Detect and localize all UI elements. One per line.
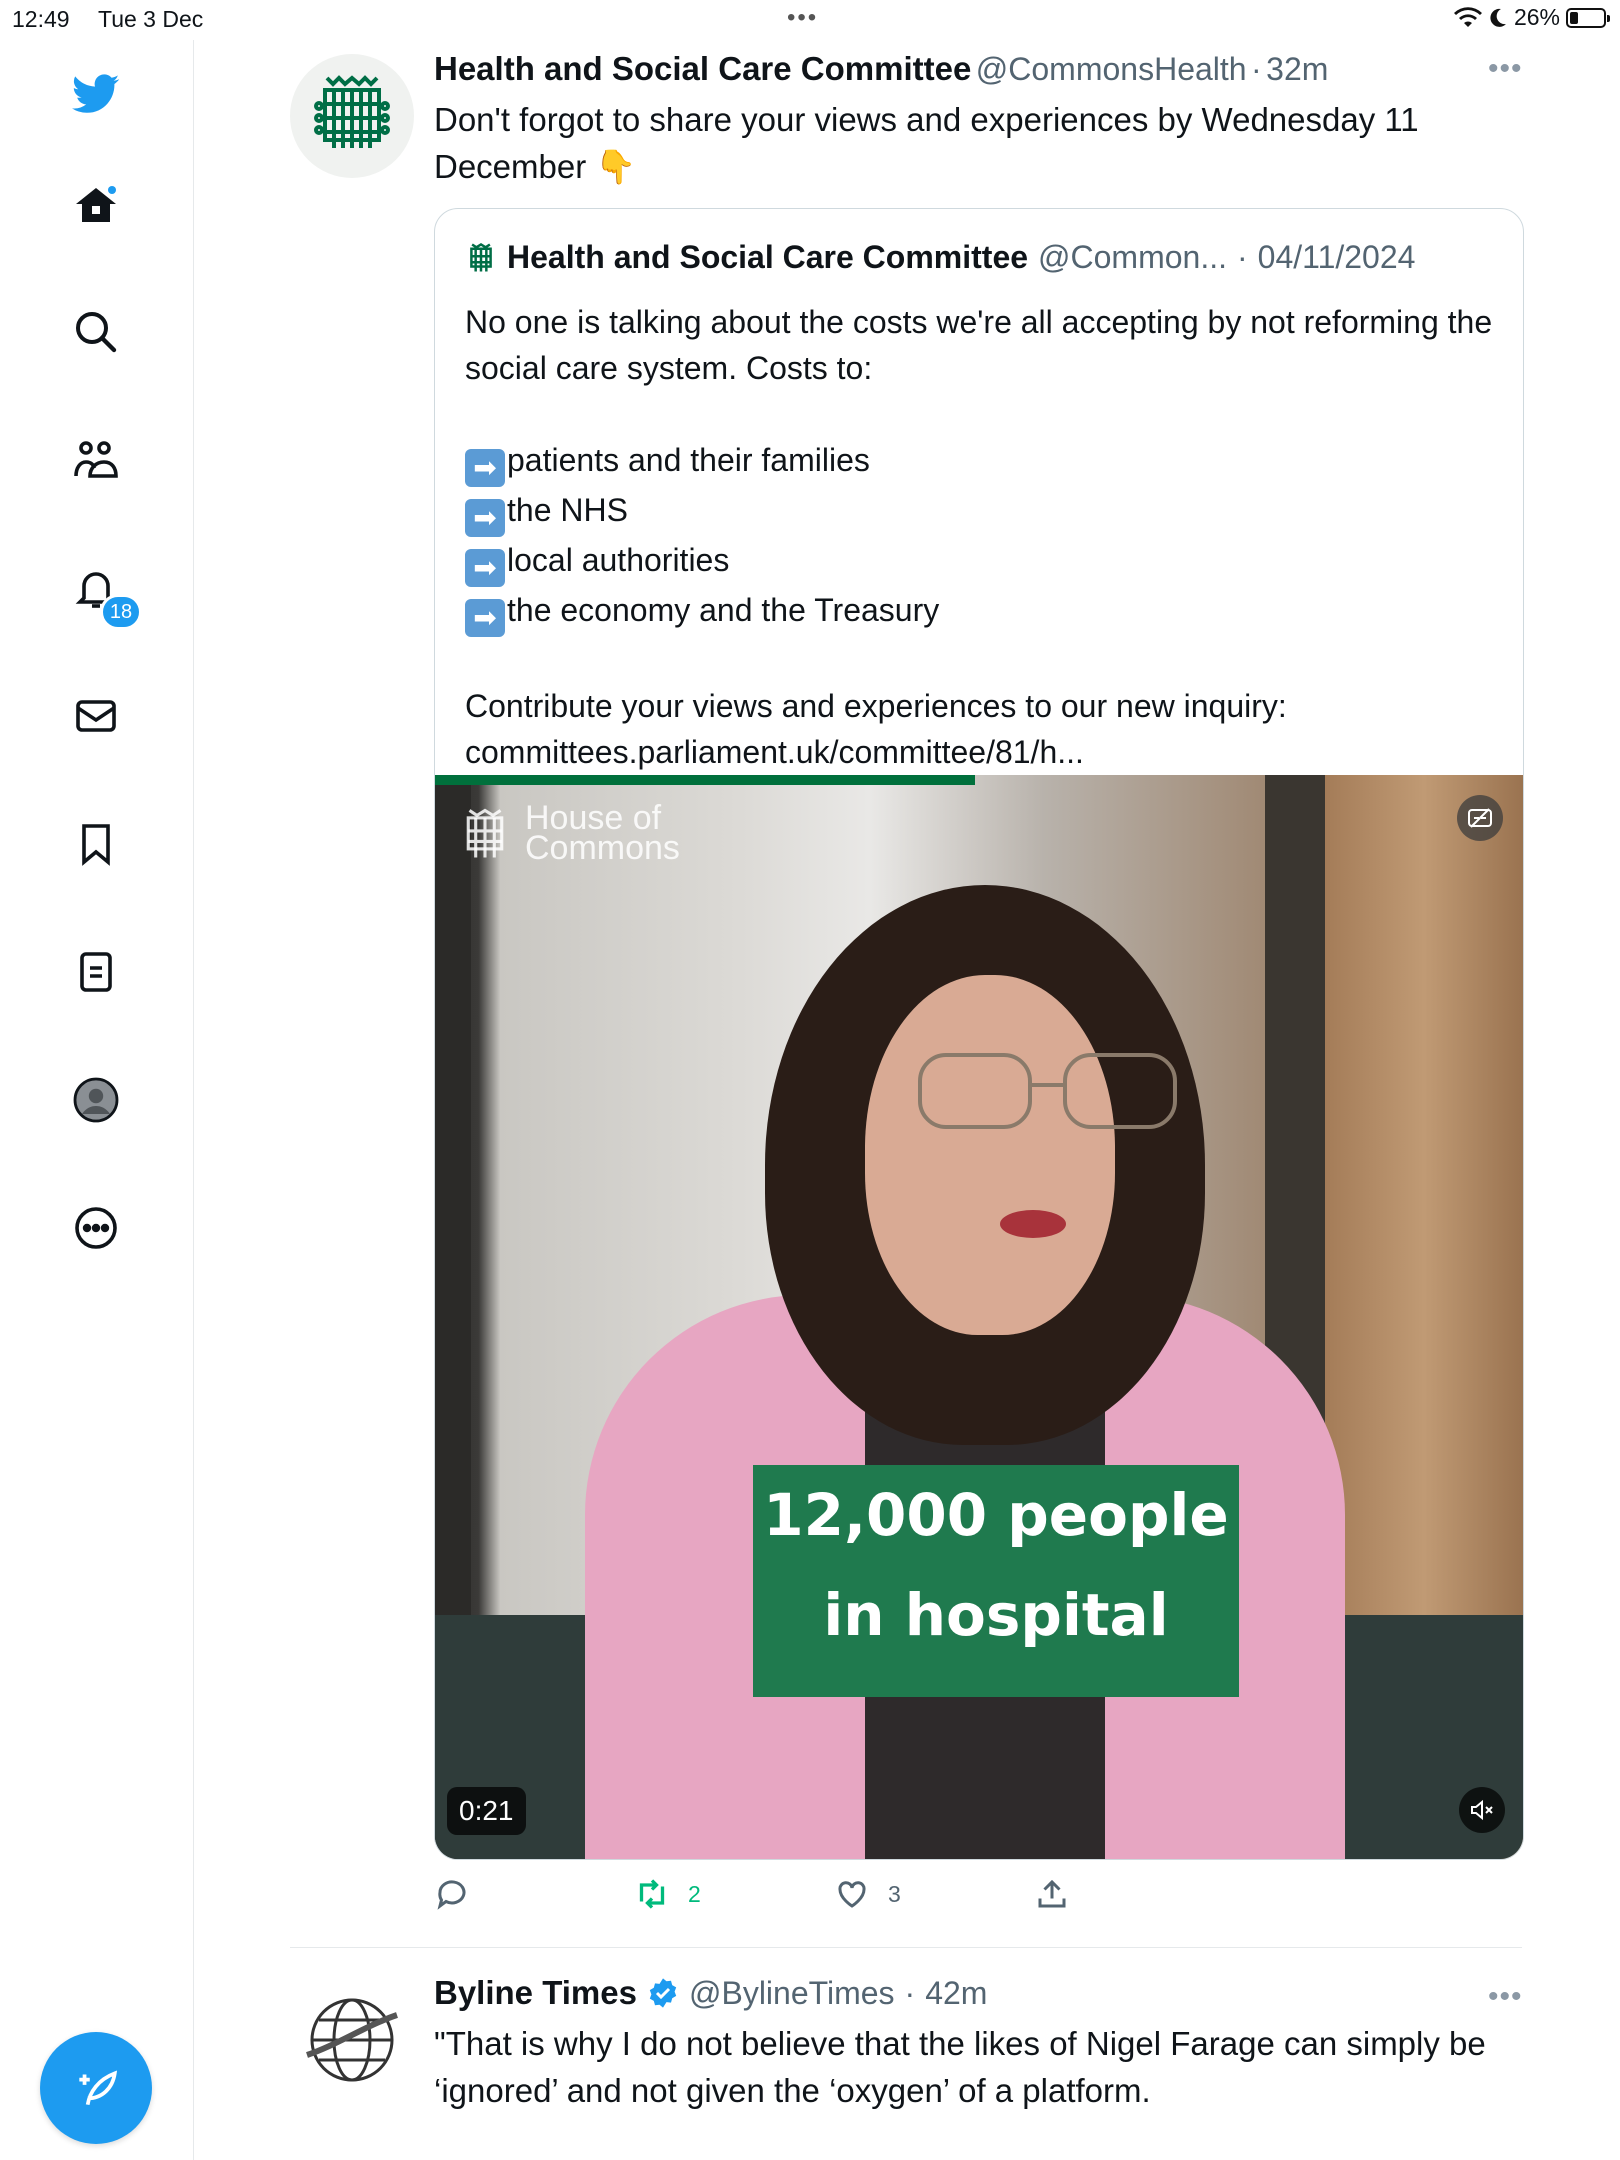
separator: · — [904, 1974, 916, 2011]
right-arrow-emoji-icon: ➡ — [465, 599, 505, 637]
status-date: Tue 3 Dec — [98, 6, 204, 32]
status-bar: 12:49 Tue 3 Dec ••• 26% — [0, 0, 1620, 40]
communities-icon[interactable] — [68, 432, 124, 488]
battery-percent: 26% — [1513, 4, 1560, 30]
compose-feather-icon — [79, 2070, 118, 2106]
share-button[interactable] — [1034, 1876, 1070, 1912]
twitter-bird-icon[interactable] — [68, 66, 124, 122]
quoted-author-handle: @Common... — [1038, 239, 1227, 275]
quoted-tweet-body: No one is talking about the costs we're … — [465, 299, 1495, 775]
status-time: 12:49 — [12, 6, 70, 32]
notification-count-badge: 18 — [100, 594, 142, 630]
separator: · — [1251, 51, 1262, 87]
video-duration: 0:21 — [447, 1787, 526, 1835]
wifi-icon — [1453, 6, 1482, 27]
tweet-divider — [290, 1947, 1522, 1948]
more-circle-icon[interactable] — [68, 1200, 124, 1256]
globe-logo-icon — [306, 1998, 398, 2082]
right-arrow-emoji-icon: ➡ — [465, 449, 505, 487]
list-item: ➡ patients and their families — [465, 437, 1495, 487]
tweet-body: "That is why I do not believe that the l… — [434, 2025, 1486, 2109]
quoted-author-name: Health and Social Care Committee — [507, 239, 1029, 275]
messages-envelope-icon[interactable] — [68, 688, 124, 744]
bookmark-icon[interactable] — [68, 816, 124, 872]
tweet-header: Byline Times @BylineTimes · 42m — [434, 1974, 987, 2012]
compose-tweet-button[interactable] — [40, 2032, 152, 2144]
tweet-more-icon[interactable]: ••• — [1488, 52, 1523, 86]
mute-speaker-icon[interactable] — [1459, 1787, 1505, 1833]
video-top-bar — [435, 775, 975, 785]
bullet-text: patients and their families — [507, 442, 870, 478]
author-name[interactable]: Byline Times — [434, 1974, 637, 2012]
portcullis-logo-icon — [314, 75, 390, 148]
portcullis-watermark-icon — [466, 808, 504, 858]
commons-health-avatar[interactable] — [290, 54, 414, 178]
list-item: ➡ local authorities — [465, 537, 1495, 587]
author-handle[interactable]: @BylineTimes — [689, 1975, 895, 2012]
quoted-cta-text: Contribute your views and experiences to… — [465, 688, 1287, 724]
tweet-actions: 2 3 — [434, 1876, 1074, 1920]
list-item: ➡ the NHS — [465, 487, 1495, 537]
video-player[interactable]: House of Commons 12,000 people in hospit… — [435, 775, 1523, 1859]
battery-icon — [1566, 7, 1610, 28]
sidebar-nav: 18 — [0, 40, 194, 2160]
bullet-text: the NHS — [507, 492, 628, 528]
battery-fill — [1570, 11, 1578, 24]
retweet-button[interactable]: 2 — [634, 1876, 701, 1912]
portcullis-mini-icon — [470, 242, 492, 272]
heart-icon — [838, 1881, 866, 1908]
right-arrow-emoji-icon: ➡ — [465, 549, 505, 587]
moon-icon — [1490, 8, 1506, 27]
reply-button[interactable] — [434, 1876, 488, 1912]
quoted-tweet-date: 04/11/2024 — [1257, 239, 1416, 275]
quoted-intro-text: No one is talking about the costs we're … — [465, 304, 1493, 386]
like-button[interactable]: 3 — [834, 1876, 901, 1912]
author-name[interactable]: Health and Social Care Committee — [434, 50, 971, 87]
retweet-count: 2 — [688, 1880, 701, 1907]
verified-badge-icon — [649, 1978, 677, 2008]
video-caption-overlay: 12,000 people in hospital — [753, 1465, 1239, 1697]
speaker-glasses — [918, 1053, 1177, 1129]
author-handle[interactable]: @CommonsHealth — [976, 51, 1247, 87]
separator: · — [1237, 239, 1248, 275]
tweet-time[interactable]: 32m — [1266, 51, 1328, 87]
tweet-header: Health and Social Care Committee @Common… — [434, 50, 1328, 88]
tweet-more-icon[interactable]: ••• — [1488, 1980, 1523, 2014]
caption-line: in hospital — [823, 1581, 1169, 1649]
list-item: ➡ the economy and the Treasury — [465, 587, 1495, 637]
house-of-commons-logo: House of Commons — [457, 801, 680, 867]
quoted-tweet-card[interactable]: Health and Social Care Committee @Common… — [434, 208, 1524, 1860]
search-icon[interactable] — [68, 304, 124, 360]
speaker-mouth — [1000, 1210, 1066, 1238]
right-arrow-emoji-icon: ➡ — [465, 499, 505, 537]
profile-avatar-icon[interactable] — [68, 1072, 124, 1128]
captions-toggle-icon[interactable] — [1457, 795, 1503, 841]
bullet-text: the economy and the Treasury — [507, 592, 940, 628]
home-icon[interactable] — [68, 178, 124, 234]
share-upload-icon — [1038, 1879, 1066, 1908]
speaker-face — [865, 975, 1115, 1335]
inquiry-link[interactable]: committees.parliament.uk/committee/81/h.… — [465, 729, 1495, 775]
caption-line: 12,000 people — [763, 1481, 1229, 1549]
tweet-text: Don't forgot to share your views and exp… — [434, 96, 1514, 190]
retweet-icon — [639, 1879, 665, 1909]
logo-line: Commons — [525, 829, 680, 867]
tweet-body: Don't forgot to share your views and exp… — [434, 101, 1419, 185]
pointing-down-emoji: 👇 — [595, 148, 637, 185]
reply-bubble-icon — [437, 1880, 466, 1910]
lists-icon[interactable] — [68, 944, 124, 1000]
tweet-time[interactable]: 42m — [925, 1975, 987, 2012]
multitasking-dots-icon[interactable]: ••• — [787, 4, 818, 32]
like-count: 3 — [888, 1880, 901, 1907]
quoted-tweet-header: Health and Social Care Committee @Common… — [465, 239, 1415, 276]
byline-times-avatar[interactable] — [290, 1978, 414, 2102]
status-indicators: 26% — [1453, 4, 1610, 31]
bullet-text: local authorities — [507, 542, 730, 578]
